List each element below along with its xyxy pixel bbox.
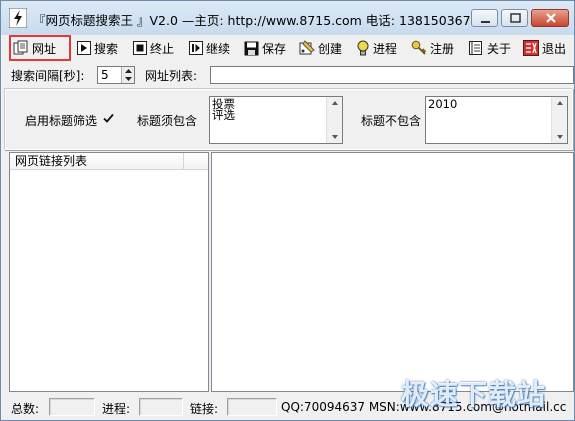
create-button-label: 创建 [318,41,343,56]
register-button[interactable]: 注册 [407,35,454,61]
spin-up-icon[interactable] [123,67,134,75]
interval-spinner[interactable]: 5 [97,66,135,84]
register-button-label: 注册 [430,41,455,56]
resume-button[interactable]: 继续 [185,35,230,61]
result-panel[interactable] [211,152,574,392]
interval-label: 搜索间隔[秒]: [11,69,85,83]
about-button[interactable]: 关于 [464,35,511,61]
create-icon [299,40,315,55]
total-label: 总数: [11,402,40,416]
exclude-textarea[interactable]: 2010 [425,96,568,144]
app-window: 『网页标题搜索王 』V2.0 —主页: http://www.8715.com … [0,0,575,421]
watermark: 极速下载站 [401,378,547,411]
floppy-disk-icon [244,41,259,55]
exit-icon [523,40,539,56]
close-icon [546,13,556,23]
save-button[interactable]: 保存 [240,35,286,61]
toolbar: 网址 搜索 终止 继续 保存 创建 进程 注册 关于 退出 [3,35,574,61]
link-label: 链接: [190,402,219,416]
url-button-label: 网址 [32,41,57,56]
save-button-label: 保存 [262,41,287,56]
include-textarea[interactable]: 投票 评选 [209,96,343,144]
lightning-app-icon [9,8,27,28]
link-list[interactable]: 网页链接列表 [9,152,209,392]
enable-filter-checkbox[interactable] [102,112,115,125]
exclude-line: 2010 [428,97,458,111]
maximize-icon [510,13,521,23]
url-list-input[interactable] [210,66,574,84]
total-value [49,398,95,416]
book-icon [469,41,482,55]
spin-down-icon[interactable] [123,75,134,83]
enable-filter-label: 启用标题筛选 [25,114,98,128]
exit-button[interactable]: 退出 [519,35,566,61]
exclude-scrollbar[interactable] [551,97,567,143]
include-scrollbar[interactable] [326,97,342,143]
link-list-header: 网页链接列表 [10,153,208,170]
lightbulb-icon [357,40,369,56]
exit-button-label: 退出 [542,41,567,56]
close-button[interactable] [531,9,569,27]
progress-label: 进程: [102,402,131,416]
maximize-button[interactable] [501,9,528,27]
include-label: 标题须包含 [137,114,198,128]
resume-button-label: 继续 [206,41,231,56]
scroll-arrows-icon[interactable] [327,97,343,143]
scroll-arrows-icon[interactable] [552,97,568,143]
play-icon [77,41,91,55]
window-title: 『网页标题搜索王 』V2.0 —主页: http://www.8715.com … [33,13,487,28]
stop-icon [133,41,147,55]
minimize-button[interactable] [471,9,498,27]
progress-value [139,398,183,416]
include-line: 评选 [212,108,235,122]
stop-button[interactable]: 终止 [129,35,174,61]
interval-spin-buttons[interactable] [121,67,134,83]
search-button[interactable]: 搜索 [73,35,118,61]
link-value [227,398,277,416]
title-bar[interactable]: 『网页标题搜索王 』V2.0 —主页: http://www.8715.com … [1,1,574,35]
interval-value[interactable]: 5 [101,68,109,82]
about-button-label: 关于 [487,41,512,56]
pages-icon [13,40,28,55]
process-button-label: 进程 [373,41,398,56]
resume-icon [189,41,203,55]
exclude-label: 标题不包含 [361,114,422,128]
key-icon [411,40,427,55]
link-list-column-header[interactable]: 网页链接列表 [10,153,184,170]
search-button-label: 搜索 [94,41,119,56]
process-button[interactable]: 进程 [352,35,397,61]
minimize-icon [481,21,490,23]
stop-button-label: 终止 [150,41,175,56]
url-list-label: 网址列表: [145,69,198,83]
url-button[interactable]: 网址 [9,35,71,61]
create-button[interactable]: 创建 [295,35,342,61]
search-settings-row: 搜索间隔[秒]: 5 网址列表: [1,64,574,86]
